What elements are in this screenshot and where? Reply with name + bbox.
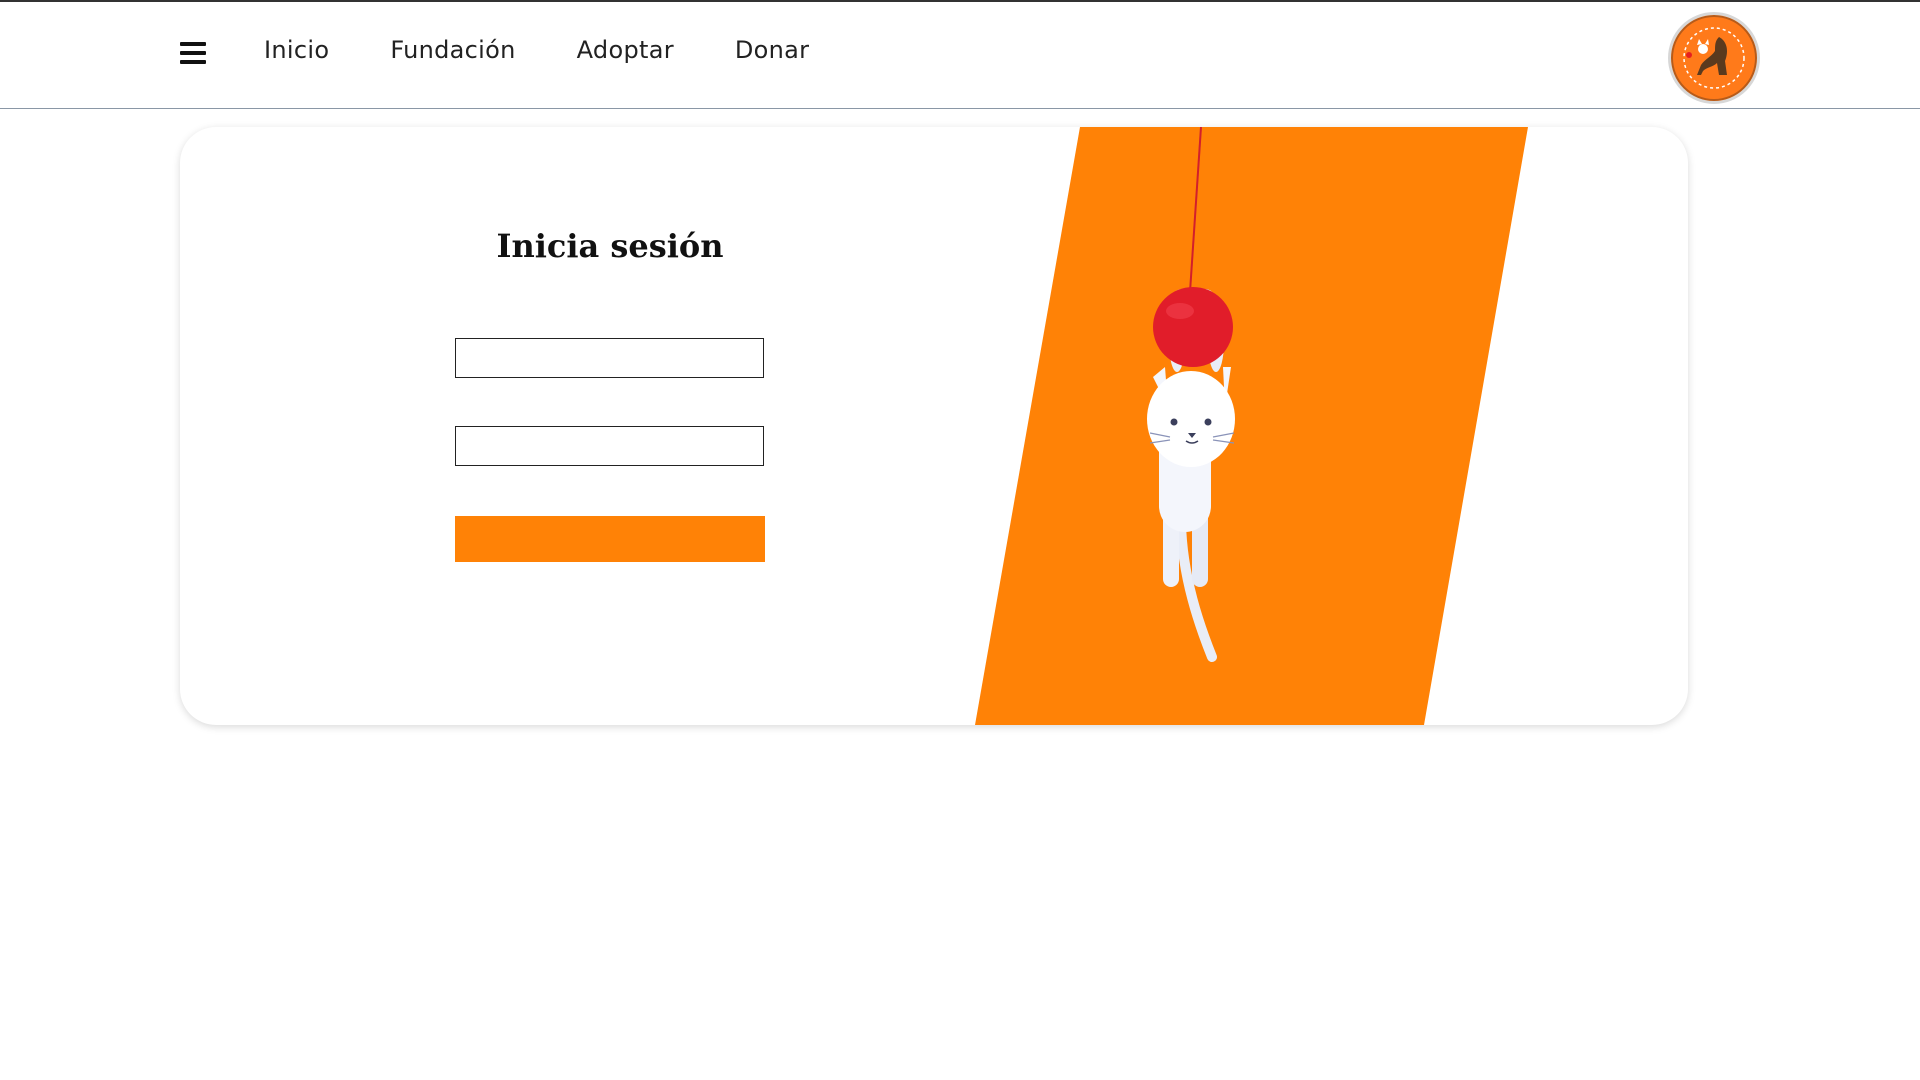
menu-bar [180,60,206,64]
menu-bar [180,51,206,55]
login-card: Inicia sesión [180,127,1688,725]
login-submit-button[interactable] [455,516,765,562]
username-input[interactable] [455,338,764,378]
foundation-logo[interactable] [1668,12,1760,104]
login-title: Inicia sesión [496,227,724,265]
login-form: Inicia sesión [180,127,1040,725]
top-navbar: Inicio Fundación Adoptar Donar [0,0,1920,109]
hamburger-menu-icon[interactable] [180,42,206,64]
nav-link-adoptar[interactable]: Adoptar [577,36,674,64]
main-nav: Inicio Fundación Adoptar Donar [264,36,870,64]
nav-link-fundacion[interactable]: Fundación [390,36,515,64]
password-input[interactable] [455,426,764,466]
menu-bar [180,42,206,46]
nav-link-inicio[interactable]: Inicio [264,36,329,64]
logo-graphic [1674,18,1754,98]
nav-link-donar[interactable]: Donar [735,36,809,64]
